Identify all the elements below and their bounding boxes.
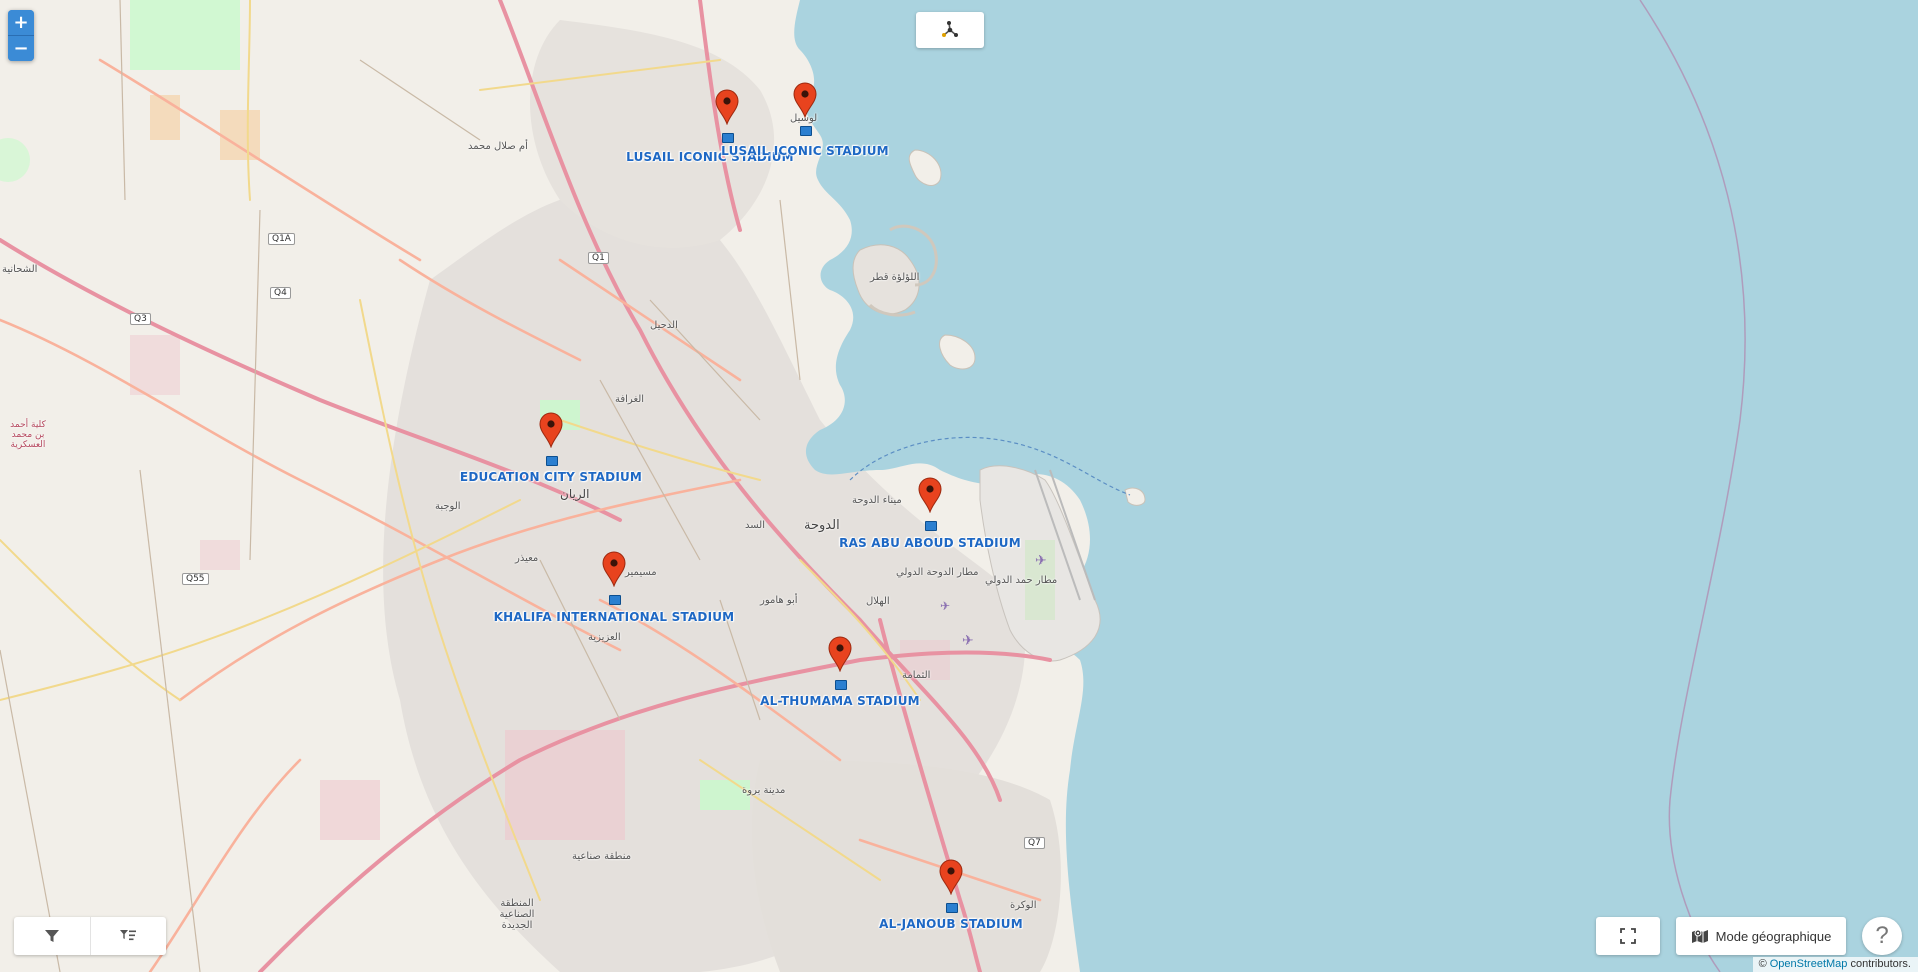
place-label: أم صلال محمد bbox=[468, 141, 528, 152]
place-label: مطار حمد الدولي bbox=[985, 575, 1058, 586]
place-label: ميناء الدوحة bbox=[852, 495, 902, 506]
airport-icon: ✈ bbox=[962, 633, 974, 649]
industrial-zone bbox=[320, 780, 380, 840]
stadium-label[interactable]: EDUCATION CITY STADIUM bbox=[460, 470, 642, 484]
map-pin-icon bbox=[602, 551, 626, 588]
place-label: معيذر bbox=[515, 553, 539, 564]
road-shield: Q1 bbox=[588, 252, 609, 264]
map-canvas[interactable]: ✈ ✈ ✈ bbox=[0, 0, 1918, 972]
stadium-badge-icon bbox=[546, 456, 558, 466]
place-label: مطار الدوحة الدولي bbox=[896, 567, 979, 578]
industrial-zone bbox=[130, 335, 180, 395]
stadium-marker[interactable] bbox=[601, 551, 627, 588]
place-label: الريان bbox=[560, 487, 590, 501]
help-icon: ? bbox=[1875, 922, 1889, 949]
place-label: المنطقة الصناعية الجديدة bbox=[499, 898, 535, 931]
map-pin-icon bbox=[539, 412, 563, 449]
filter-icon bbox=[44, 930, 59, 942]
geo-mode-label: Mode géographique bbox=[1715, 928, 1832, 944]
map-pin-icon bbox=[715, 89, 739, 126]
industrial-zone bbox=[505, 730, 625, 840]
stadium-label[interactable]: AL-JANOUB STADIUM bbox=[879, 917, 1023, 931]
airport-icon: ✈ bbox=[1035, 553, 1047, 569]
stadium-label[interactable]: RAS ABU ABOUD STADIUM bbox=[839, 536, 1021, 550]
place-label: الثمامة bbox=[902, 670, 931, 681]
attribution-link[interactable]: OpenStreetMap bbox=[1770, 958, 1848, 970]
place-label: الوجبة bbox=[435, 501, 461, 512]
place-label: مدينة بروة bbox=[742, 785, 786, 796]
farm-area bbox=[220, 110, 260, 160]
place-label: العزيزية bbox=[588, 632, 621, 643]
help-button[interactable]: ? bbox=[1862, 917, 1902, 955]
place-label: اللؤلؤة قطر bbox=[870, 272, 920, 283]
stadium-badge-icon bbox=[835, 680, 847, 690]
map-attribution: © OpenStreetMap contributors. bbox=[1752, 957, 1918, 972]
stadium-badge-icon bbox=[925, 521, 937, 531]
map-app: ✈ ✈ ✈ Q1A Q4 Q3 Q1 Q55 Q7 لوسيل أم صلال … bbox=[0, 0, 1918, 972]
stadium-label[interactable]: AL-THUMAMA STADIUM bbox=[760, 694, 920, 708]
network-graph-button[interactable] bbox=[916, 12, 984, 48]
fullscreen-icon bbox=[1620, 928, 1636, 944]
road-shield: Q3 bbox=[130, 313, 151, 325]
stadium-marker[interactable] bbox=[714, 89, 740, 126]
stadium-badge-icon bbox=[946, 903, 958, 913]
stadium-marker[interactable] bbox=[938, 859, 964, 896]
stadium-badge-icon bbox=[800, 126, 812, 136]
stadium-badge-icon bbox=[722, 133, 734, 143]
stadium-label[interactable]: LUSAIL ICONIC STADIUM bbox=[721, 144, 889, 158]
fullscreen-button[interactable] bbox=[1596, 917, 1660, 955]
place-label: كلية أحمد بن محمد العسكرية bbox=[10, 420, 46, 450]
sort-filter-icon bbox=[120, 930, 137, 941]
map-icon bbox=[1691, 929, 1708, 943]
place-label: السد bbox=[745, 520, 765, 531]
geo-mode-button[interactable]: Mode géographique bbox=[1676, 917, 1846, 955]
stadium-badge-icon bbox=[609, 595, 621, 605]
place-label: الوكرة bbox=[1010, 900, 1037, 911]
map-pin-icon bbox=[918, 477, 942, 514]
stadium-marker[interactable] bbox=[917, 477, 943, 514]
industrial-zone bbox=[200, 540, 240, 570]
filter-button[interactable] bbox=[14, 917, 90, 955]
network-graph-icon bbox=[942, 21, 958, 37]
zoom-control: + − bbox=[8, 10, 34, 61]
place-label: الهلال bbox=[866, 596, 890, 607]
attribution-suffix: contributors. bbox=[1847, 958, 1911, 970]
place-label: الدوحة bbox=[804, 518, 840, 533]
attribution-prefix: © bbox=[1758, 958, 1770, 970]
road-shield: Q4 bbox=[270, 287, 291, 299]
stadium-marker[interactable] bbox=[538, 412, 564, 449]
airport-icon: ✈ bbox=[940, 599, 950, 613]
map-pin-icon bbox=[793, 82, 817, 119]
stadium-marker[interactable] bbox=[827, 636, 853, 673]
map-pin-icon bbox=[828, 636, 852, 673]
stadium-marker[interactable] bbox=[792, 82, 818, 119]
place-label: منطقة صناعية bbox=[572, 851, 632, 862]
place-label: الشحانية bbox=[2, 264, 38, 275]
list-filter-button[interactable] bbox=[89, 917, 167, 955]
park-area bbox=[130, 0, 240, 70]
place-label: أبو هامور bbox=[760, 595, 798, 606]
zoom-in-button[interactable]: + bbox=[8, 10, 34, 35]
place-label: الغرافة bbox=[615, 394, 645, 405]
stadium-label[interactable]: KHALIFA INTERNATIONAL STADIUM bbox=[494, 610, 735, 624]
farm-area bbox=[150, 95, 180, 140]
road-shield: Q7 bbox=[1024, 837, 1045, 849]
urban-area-south bbox=[751, 760, 1061, 972]
road-shield: Q1A bbox=[268, 233, 295, 245]
road-shield: Q55 bbox=[182, 573, 209, 585]
filter-toolbar bbox=[14, 917, 166, 955]
place-label: الدحيل bbox=[650, 320, 678, 331]
zoom-out-button[interactable]: − bbox=[8, 35, 34, 61]
place-label: مسيمير bbox=[625, 567, 657, 578]
map-pin-icon bbox=[939, 859, 963, 896]
